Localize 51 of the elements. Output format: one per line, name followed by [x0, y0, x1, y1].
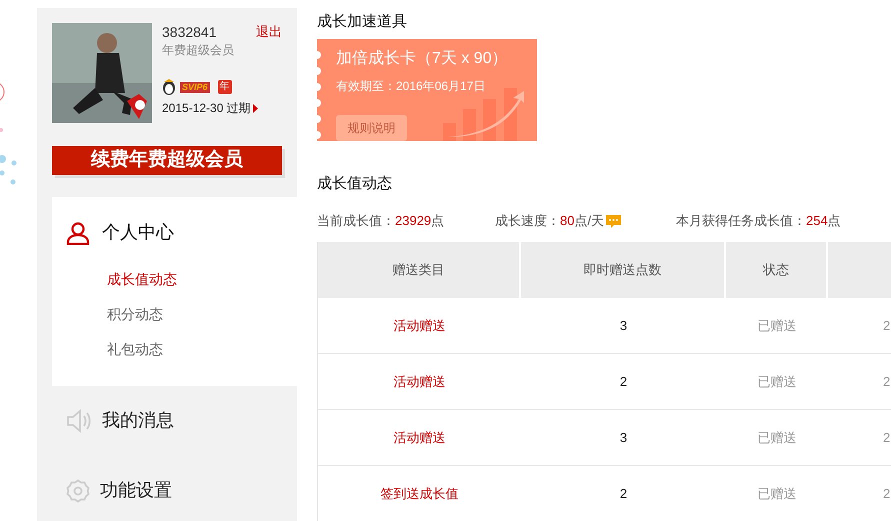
speaker-icon — [66, 408, 92, 432]
card-validity: 有效期至：2016年06月17日 — [336, 78, 486, 95]
settings-icon — [66, 478, 90, 502]
submenu-item[interactable]: 成长值动态 — [52, 268, 297, 304]
membership-label: 年费超级会员 — [162, 42, 235, 59]
table-cell-text: 2 — [618, 484, 628, 503]
stat-unit: 点/天 — [574, 212, 604, 230]
table-cell-text: 签到送成长值 — [380, 484, 460, 503]
table-cell-text: 活动赠送 — [392, 372, 446, 391]
section-title: 成长加速道具 — [317, 12, 408, 32]
stat-unit: 点 — [828, 212, 841, 230]
table-cell-text: 2 — [882, 484, 891, 503]
submenu-item[interactable]: 礼包动态 — [52, 338, 297, 374]
renew-button[interactable]: 续费年费超级会员 — [52, 146, 282, 174]
vip-badge: SVIP6 — [180, 82, 210, 92]
stat-unit: 点 — [431, 212, 444, 230]
menu-item[interactable]: 功能设置 — [100, 477, 172, 504]
logout-link[interactable]: 退出 — [256, 23, 282, 41]
table-cell-text: 2 — [882, 428, 891, 447]
year-badge: 年 — [218, 80, 232, 94]
menu-item[interactable]: 我的消息 — [102, 407, 174, 434]
table-cell-text: 2 — [882, 372, 891, 391]
table-cell-text: 已赠送 — [756, 428, 798, 447]
user-id: 3832841 — [162, 23, 217, 41]
expiry-label: 过期 — [226, 100, 250, 117]
stat-value: 254 — [806, 212, 828, 230]
table-cell-text: 活动赠送 — [392, 428, 446, 447]
column-header: 状态 — [726, 242, 828, 298]
column-header: 即时赠送点数 — [521, 242, 726, 298]
menu-item[interactable]: 个人中心 — [102, 219, 174, 246]
table-cell-text: 已赠送 — [756, 316, 798, 335]
submenu-item[interactable]: 积分动态 — [52, 304, 297, 338]
table-cell-text: 活动赠送 — [392, 316, 446, 335]
table-cell-text: 已赠送 — [756, 372, 798, 391]
card-title: 加倍成长卡（7天 x 90） — [336, 48, 509, 69]
stat-label: 成长速度： — [495, 212, 560, 230]
table-cell-text: 3 — [618, 428, 628, 447]
table-cell-text: 已赠送 — [756, 484, 798, 503]
table-cell-text: 2 — [882, 316, 891, 335]
caret-icon — [253, 104, 258, 112]
stat-label: 当前成长值： — [317, 212, 395, 230]
column-header: 赠送类目 — [318, 242, 521, 298]
penguin-icon — [162, 79, 176, 95]
expiry-date: 2015-12-30 — [162, 100, 224, 117]
person-icon — [66, 220, 90, 244]
stat-label: 本月获得任务成长值： — [676, 212, 806, 230]
stat-value: 23929 — [395, 212, 432, 230]
section-title: 成长值动态 — [317, 174, 393, 194]
table-cell-text: 3 — [618, 316, 628, 335]
stat-value: 80 — [560, 212, 574, 230]
table-cell-text: 2 — [618, 372, 628, 391]
